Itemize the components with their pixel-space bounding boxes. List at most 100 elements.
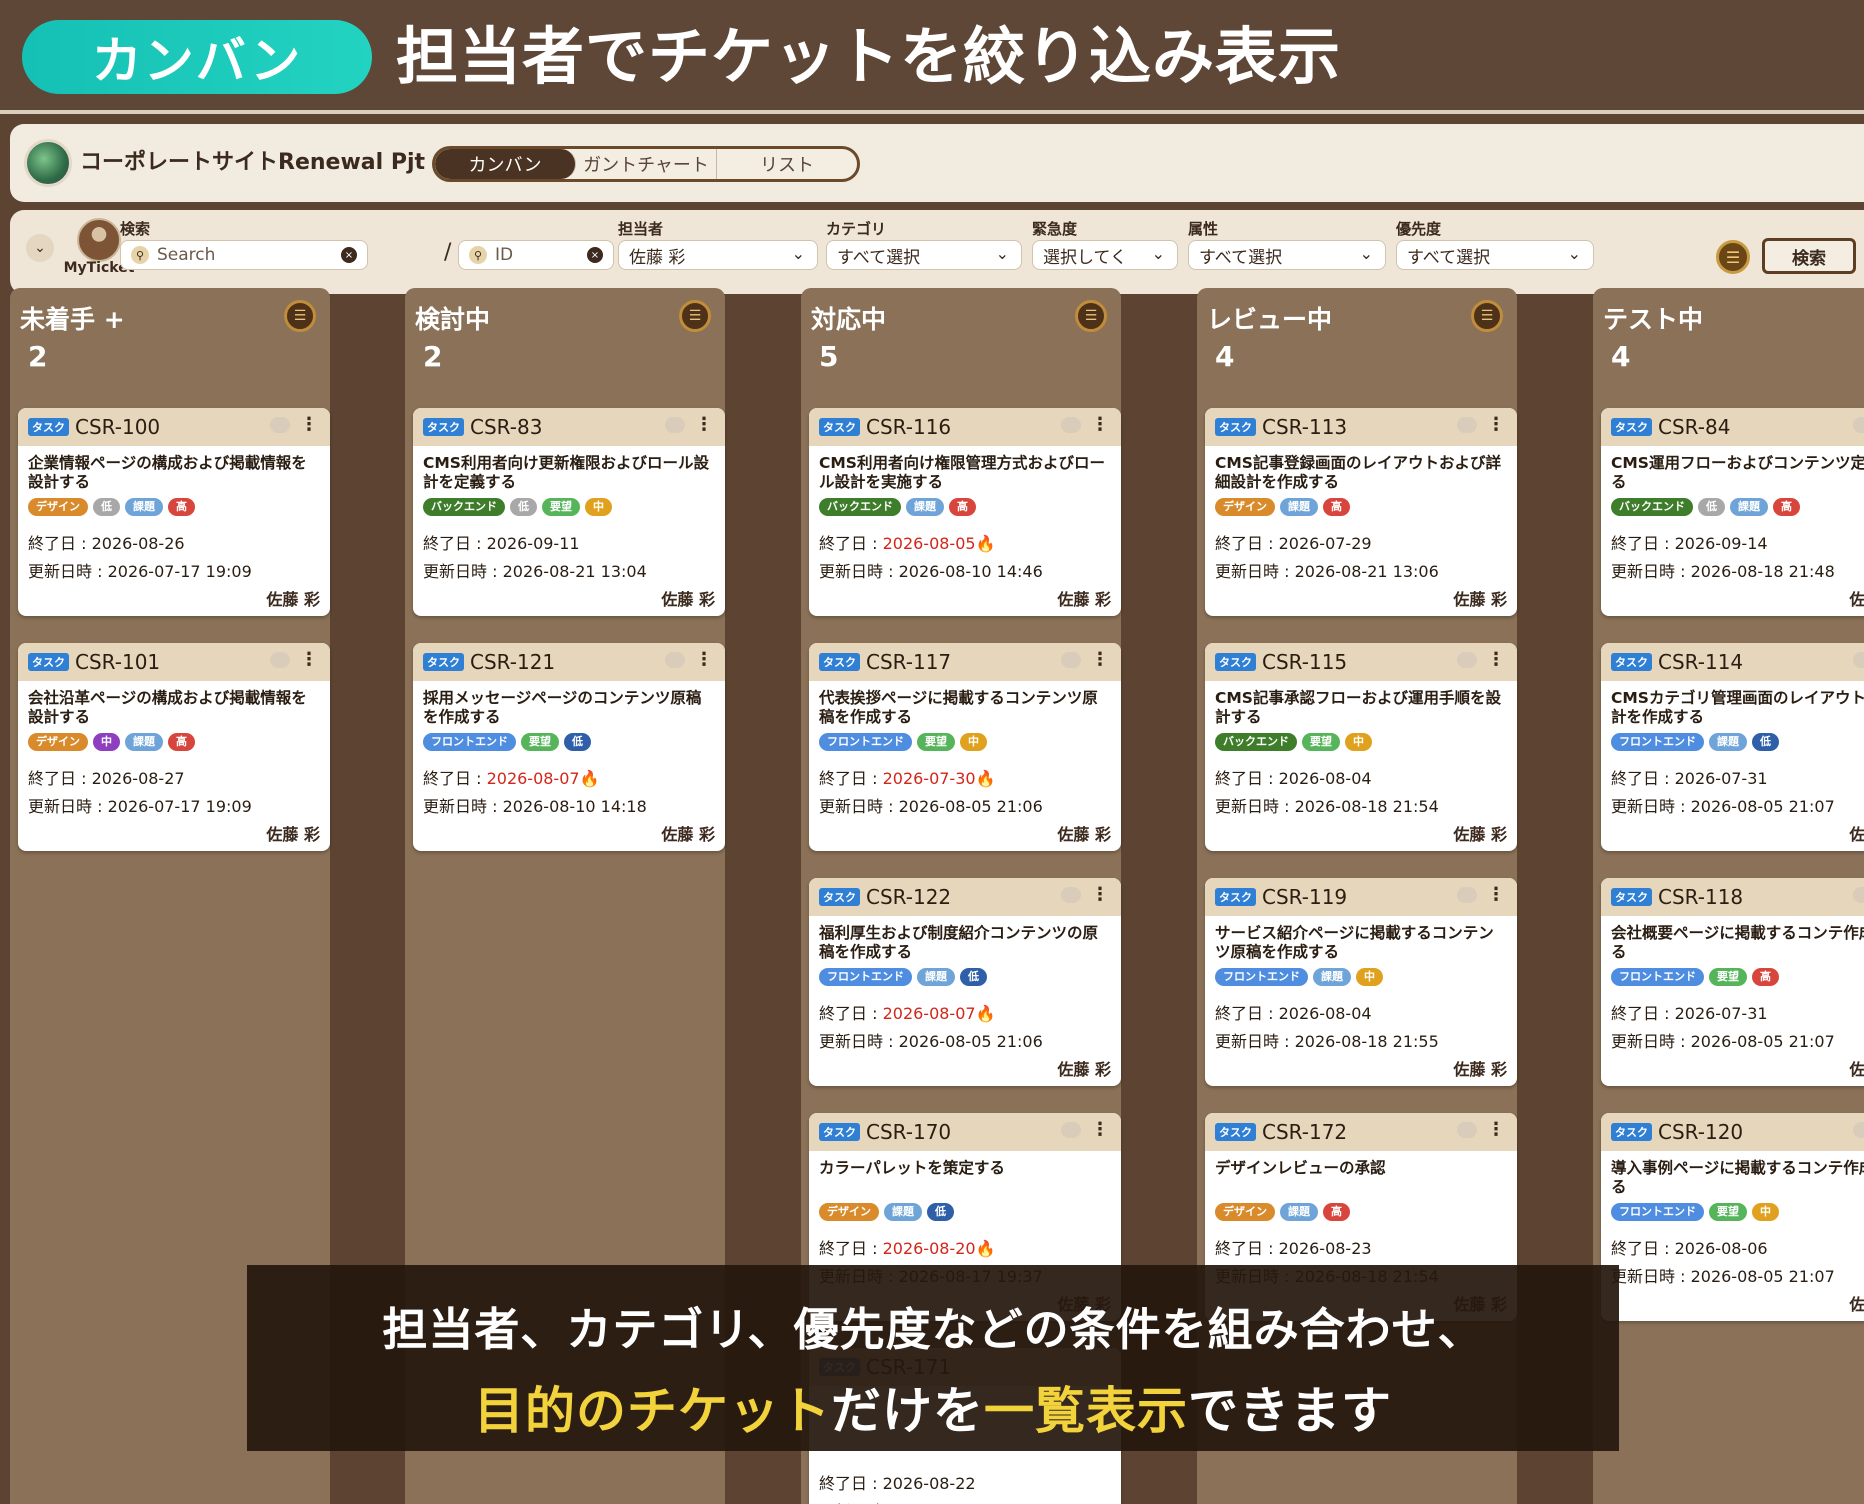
updated-at: 更新日時 : 2026-08-17 19:37 xyxy=(819,1498,1111,1504)
tab-kanban[interactable]: カンバン xyxy=(435,149,576,179)
column-filter-icon[interactable]: ☰ xyxy=(679,300,711,332)
due-label: 終了日 : xyxy=(1611,534,1675,553)
due-value: 2026-07-30 xyxy=(882,769,976,788)
more-menu-icon[interactable]: ⋮ xyxy=(1091,414,1109,435)
task-type-badge: タスク xyxy=(28,418,69,436)
ticket-id[interactable]: CSR-119 xyxy=(1262,885,1347,909)
ticket-card[interactable]: タスク CSR-116 ⋮ CMS利用者向け権限管理方式およびロール設計を実施する バッ… xyxy=(809,408,1121,616)
comment-icon[interactable] xyxy=(665,417,685,433)
ticket-card[interactable]: タスクCSR-118⋮会社概要ページに掲載するコンテ作成するフロントエンド要望高… xyxy=(1601,878,1864,1086)
due-date: 終了日 : 2026-07-31 xyxy=(1611,1000,1864,1024)
column-count: 4 xyxy=(1215,340,1235,373)
due-date: 終了日 : 2026-08-22 xyxy=(819,1470,1111,1494)
ticket-id[interactable]: CSR-84 xyxy=(1658,415,1730,439)
assignee-select[interactable]: 佐藤 彩 ⌄ xyxy=(618,240,818,270)
ticket-id[interactable]: CSR-114 xyxy=(1658,650,1743,674)
due-date: 終了日 : 2026-07-30🔥 xyxy=(819,765,1111,789)
ticket-id[interactable]: CSR-122 xyxy=(866,885,951,909)
tag-badge: デザイン xyxy=(1215,1203,1275,1221)
priority-select[interactable]: すべて選択 ⌄ xyxy=(1396,240,1594,270)
ticket-id[interactable]: CSR-172 xyxy=(1262,1120,1347,1144)
comment-icon[interactable] xyxy=(1061,887,1081,903)
clear-search-icon[interactable]: × xyxy=(341,247,357,263)
comment-icon[interactable] xyxy=(1853,887,1864,903)
more-menu-icon[interactable]: ⋮ xyxy=(1091,649,1109,670)
comment-icon[interactable] xyxy=(1457,1122,1477,1138)
ticket-id[interactable]: CSR-120 xyxy=(1658,1120,1743,1144)
ticket-card[interactable]: タスク CSR-101 ⋮ 会社沿革ページの構成および掲載情報を設計する デザイン中課題… xyxy=(18,643,330,851)
tab-gantt[interactable]: ガントチャート xyxy=(576,149,717,179)
ticket-id[interactable]: CSR-115 xyxy=(1262,650,1347,674)
due-label: 終了日 : xyxy=(819,1474,883,1493)
ticket-card[interactable]: タスクCSR-120⋮導入事例ページに掲載するコンテ作成するフロントエンド要望中… xyxy=(1601,1113,1864,1321)
ticket-card[interactable]: タスクCSR-114⋮CMSカテゴリ管理画面のレイアウト細設計を作成するフロント… xyxy=(1601,643,1864,851)
column-filter-icon[interactable]: ☰ xyxy=(1075,300,1107,332)
comment-icon[interactable] xyxy=(1457,887,1477,903)
column-filter-icon[interactable]: ☰ xyxy=(284,300,316,332)
ticket-card[interactable]: タスク CSR-121 ⋮ 採用メッセージページのコンテンツ原稿を作成する フロントエン… xyxy=(413,643,725,851)
ticket-card[interactable]: タスク CSR-100 ⋮ 企業情報ページの構成および掲載情報を設計する デザイン低課題… xyxy=(18,408,330,616)
ticket-card[interactable]: タスク CSR-115 ⋮ CMS記事承認フローおよび運用手順を設計する バックエンド要… xyxy=(1205,643,1517,851)
tag-badge: フロントエンド xyxy=(1215,968,1308,986)
ticket-id[interactable]: CSR-118 xyxy=(1658,885,1743,909)
search-button[interactable]: 検索 xyxy=(1762,238,1856,274)
ticket-card[interactable]: タスク CSR-117 ⋮ 代表挨拶ページに掲載するコンテンツ原稿を作成する フロントエ… xyxy=(809,643,1121,851)
more-menu-icon[interactable]: ⋮ xyxy=(1091,1119,1109,1140)
urgency-select[interactable]: 選択してく ⌄ xyxy=(1032,240,1178,270)
column-filter-icon[interactable]: ☰ xyxy=(1471,300,1503,332)
collapse-filter-button[interactable]: ⌄ xyxy=(26,234,54,262)
ticket-title: 会社沿革ページの構成および掲載情報を設計する xyxy=(28,689,307,726)
attribute-select[interactable]: すべて選択 ⌄ xyxy=(1188,240,1386,270)
comment-icon[interactable] xyxy=(270,652,290,668)
id-input[interactable]: ⚲ ID × xyxy=(458,240,614,270)
ticket-card[interactable]: タスク CSR-122 ⋮ 福利厚生および制度紹介コンテンツの原稿を作成する フロントエ… xyxy=(809,878,1121,1086)
column-count: 5 xyxy=(819,340,839,373)
tab-list[interactable]: リスト xyxy=(717,149,857,179)
comment-icon[interactable] xyxy=(1457,417,1477,433)
tag-badge: 課題 xyxy=(1280,498,1318,516)
chevron-down-icon: ⌄ xyxy=(791,244,805,263)
caption-part: 一覧表示 xyxy=(984,1382,1188,1440)
more-menu-icon[interactable]: ⋮ xyxy=(1487,649,1505,670)
more-menu-icon[interactable]: ⋮ xyxy=(300,649,318,670)
tag-badge: 課題 xyxy=(1730,498,1768,516)
ticket-card[interactable]: タスク CSR-113 ⋮ CMS記事登録画面のレイアウトおよび詳細設計を作成する デザ… xyxy=(1205,408,1517,616)
comment-icon[interactable] xyxy=(1853,417,1864,433)
assignee-name: 佐藤 彩 xyxy=(661,825,715,844)
more-menu-icon[interactable]: ⋮ xyxy=(1091,884,1109,905)
comment-icon[interactable] xyxy=(1061,652,1081,668)
comment-icon[interactable] xyxy=(1853,652,1864,668)
ticket-id[interactable]: CSR-113 xyxy=(1262,415,1347,439)
comment-icon[interactable] xyxy=(665,652,685,668)
comment-icon[interactable] xyxy=(1457,652,1477,668)
more-menu-icon[interactable]: ⋮ xyxy=(1487,884,1505,905)
ticket-card[interactable]: タスクCSR-84⋮CMS運用フローおよびコンテンツ定義するバックエンド低課題高… xyxy=(1601,408,1864,616)
project-logo-icon xyxy=(24,139,72,187)
clear-id-icon[interactable]: × xyxy=(587,247,603,263)
kanban-column: テスト中4☰タスクCSR-84⋮CMS運用フローおよびコンテンツ定義するバックエ… xyxy=(1593,288,1864,1504)
comment-icon[interactable] xyxy=(270,417,290,433)
comment-icon[interactable] xyxy=(1061,1122,1081,1138)
card-header: タスク CSR-122 ⋮ xyxy=(809,878,1121,916)
comment-icon[interactable] xyxy=(1061,417,1081,433)
more-menu-icon[interactable]: ⋮ xyxy=(1487,414,1505,435)
category-select[interactable]: すべて選択 ⌄ xyxy=(826,240,1022,270)
comment-icon[interactable] xyxy=(1853,1122,1864,1138)
more-menu-icon[interactable]: ⋮ xyxy=(1487,1119,1505,1140)
ticket-id[interactable]: CSR-101 xyxy=(75,650,160,674)
ticket-id[interactable]: CSR-116 xyxy=(866,415,951,439)
card-header: タスク CSR-116 ⋮ xyxy=(809,408,1121,446)
more-menu-icon[interactable]: ⋮ xyxy=(300,414,318,435)
filter-icon[interactable]: ☰ xyxy=(1716,240,1750,274)
ticket-id[interactable]: CSR-121 xyxy=(470,650,555,674)
ticket-id[interactable]: CSR-170 xyxy=(866,1120,951,1144)
ticket-id[interactable]: CSR-117 xyxy=(866,650,951,674)
ticket-id[interactable]: CSR-83 xyxy=(470,415,542,439)
ticket-card[interactable]: タスク CSR-83 ⋮ CMS利用者向け更新権限およびロール設計を定義する バックエン… xyxy=(413,408,725,616)
search-input[interactable]: ⚲ Search × xyxy=(120,240,368,270)
ticket-id[interactable]: CSR-100 xyxy=(75,415,160,439)
ticket-card[interactable]: タスク CSR-119 ⋮ サービス紹介ページに掲載するコンテンツ原稿を作成する フロン… xyxy=(1205,878,1517,1086)
more-menu-icon[interactable]: ⋮ xyxy=(695,414,713,435)
more-menu-icon[interactable]: ⋮ xyxy=(695,649,713,670)
due-date: 終了日 : 2026-09-11 xyxy=(423,530,715,554)
